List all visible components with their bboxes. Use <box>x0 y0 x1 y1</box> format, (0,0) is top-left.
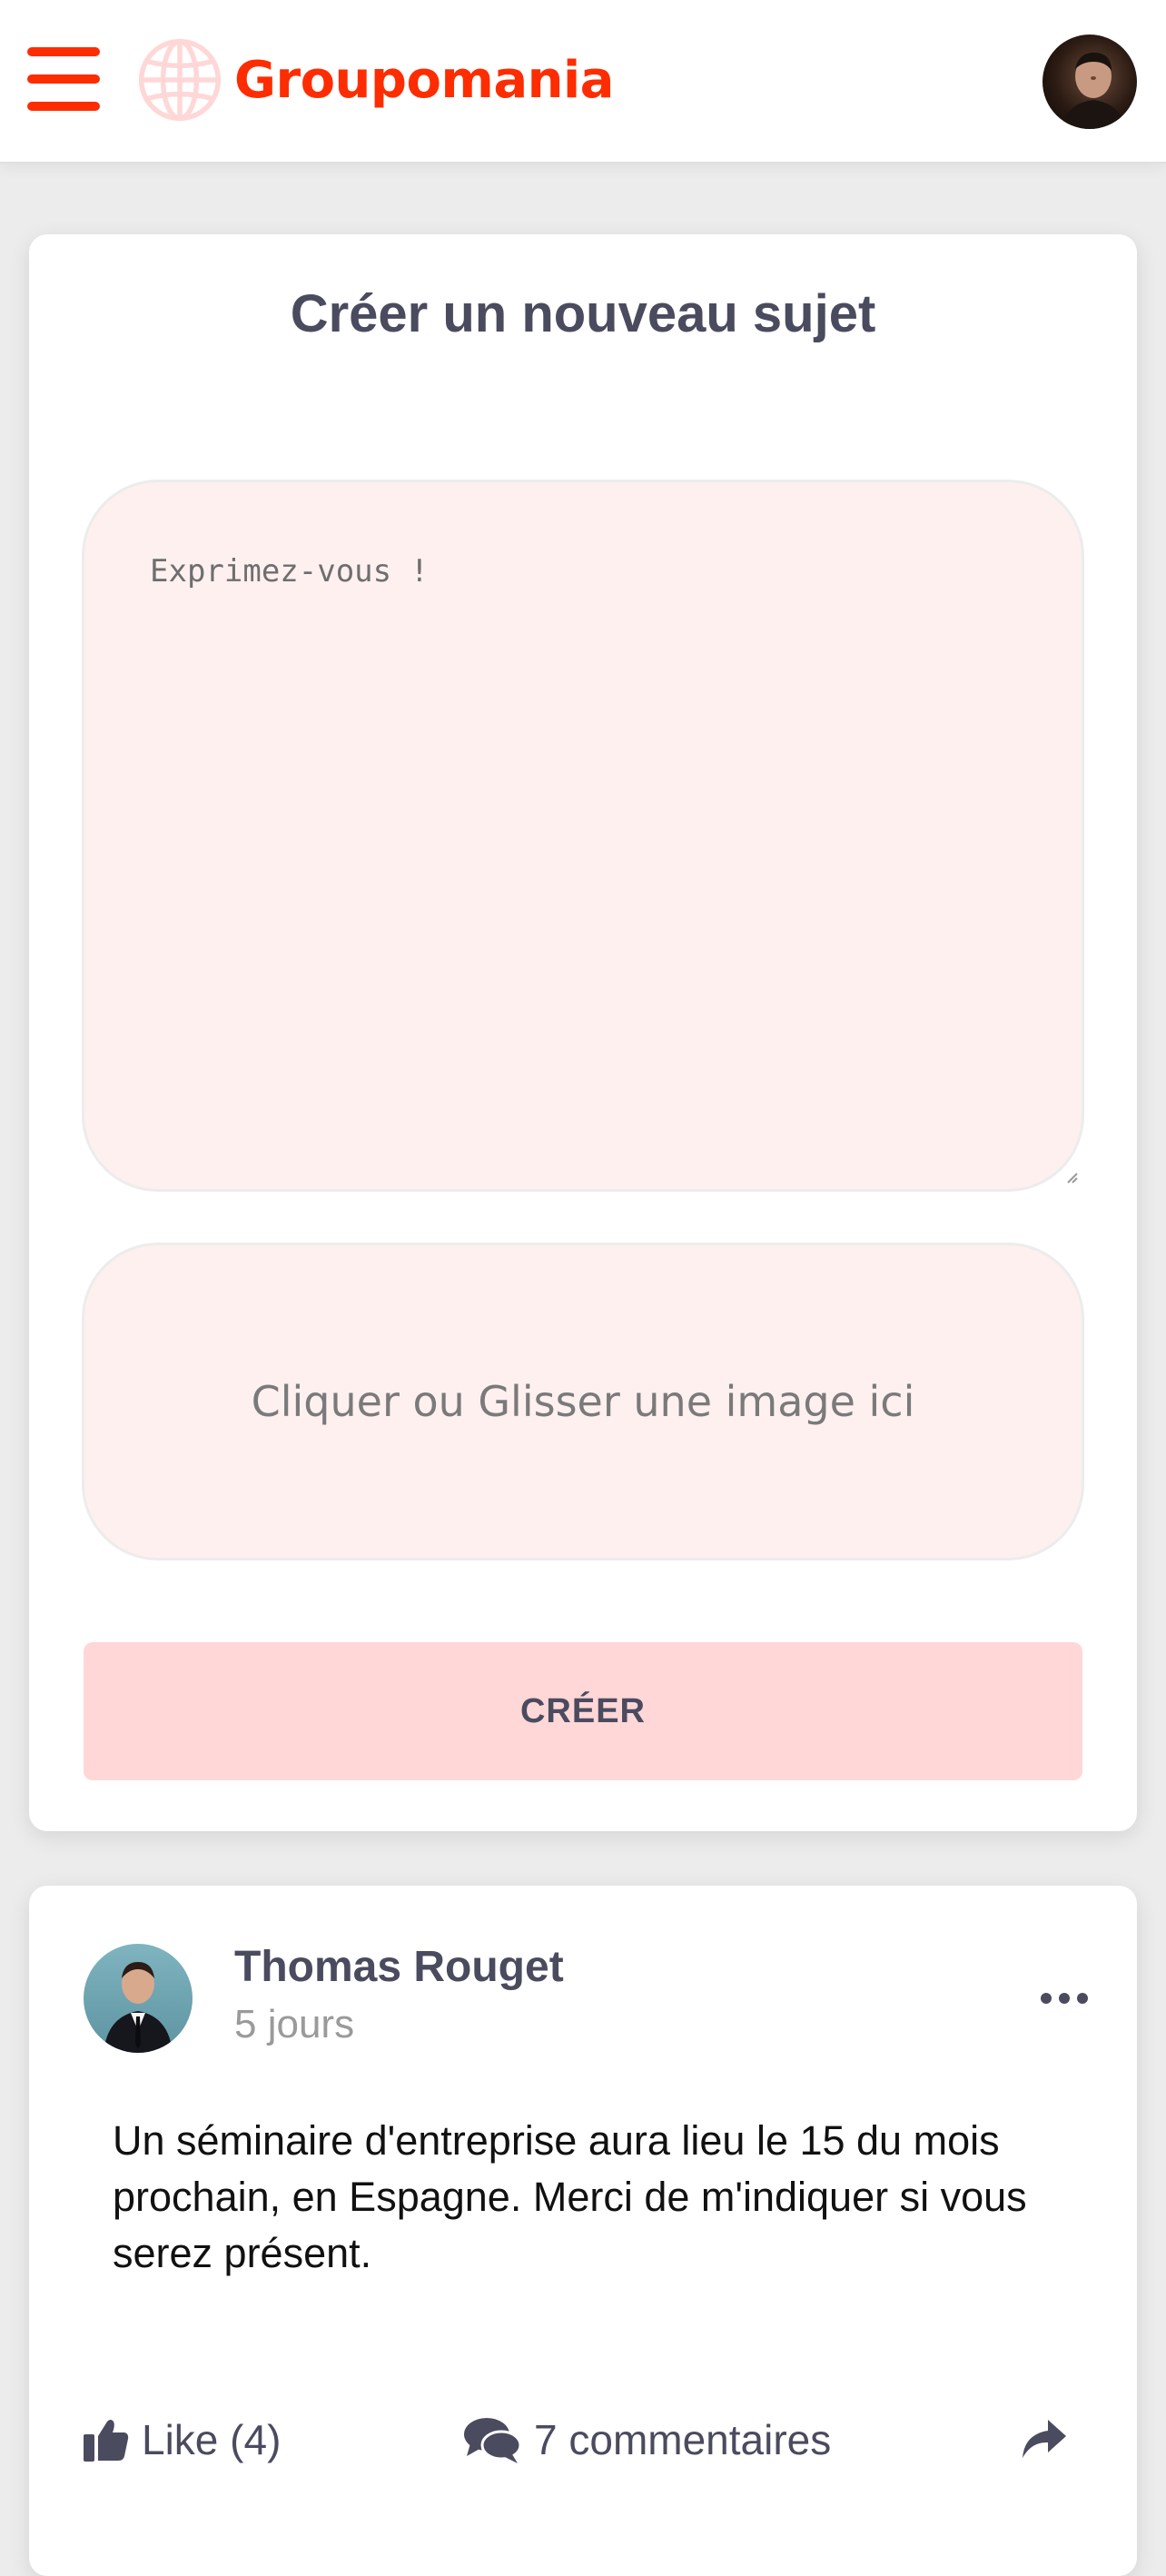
avatar-photo <box>1061 52 1126 129</box>
brand-name: Groupomania <box>234 50 614 110</box>
author-avatar[interactable] <box>84 1944 193 2053</box>
top-navbar: Groupomania <box>0 0 1166 163</box>
comments-icon <box>464 2418 521 2463</box>
post-author-name[interactable]: Thomas Rouget <box>234 1942 564 1992</box>
share-button[interactable] <box>1021 2403 1066 2476</box>
create-post-card: Créer un nouveau sujet Cliquer ou Glisse… <box>29 234 1137 1831</box>
image-drop-label: Cliquer ou Glisser une image ici <box>251 1377 915 1426</box>
thumbs-up-icon <box>84 2420 129 2462</box>
create-post-title: Créer un nouveau sujet <box>290 284 876 343</box>
share-icon <box>1023 2420 1066 2458</box>
author-avatar-photo <box>104 1962 173 2053</box>
post-content: Un séminaire d'entreprise aura lieu le 1… <box>113 2117 1027 2276</box>
post-card: Thomas Rouget 5 jours Un séminaire d'ent… <box>29 1886 1137 2576</box>
post-text-input[interactable] <box>82 480 1084 1192</box>
user-avatar[interactable] <box>1042 35 1137 129</box>
like-count-label: Like (4) <box>142 2416 282 2463</box>
comments-count-label: 7 commentaires <box>534 2416 832 2463</box>
ellipsis-icon[interactable] <box>1037 1987 1092 2009</box>
globe-icon <box>138 38 222 122</box>
post-actions-bar: Like (4) 7 commentaires <box>29 2403 1137 2476</box>
brand-logo[interactable]: Groupomania <box>138 36 614 124</box>
like-button[interactable]: Like (4) <box>84 2403 281 2476</box>
comments-button[interactable]: 7 commentaires <box>463 2403 831 2476</box>
resize-handle-icon[interactable] <box>1064 1170 1079 1184</box>
post-timestamp: 5 jours <box>234 2002 355 2046</box>
hamburger-menu-icon[interactable] <box>27 47 100 111</box>
create-post-button[interactable]: CRÉER <box>84 1642 1082 1780</box>
image-drop-zone[interactable]: Cliquer ou Glisser une image ici <box>82 1243 1084 1560</box>
